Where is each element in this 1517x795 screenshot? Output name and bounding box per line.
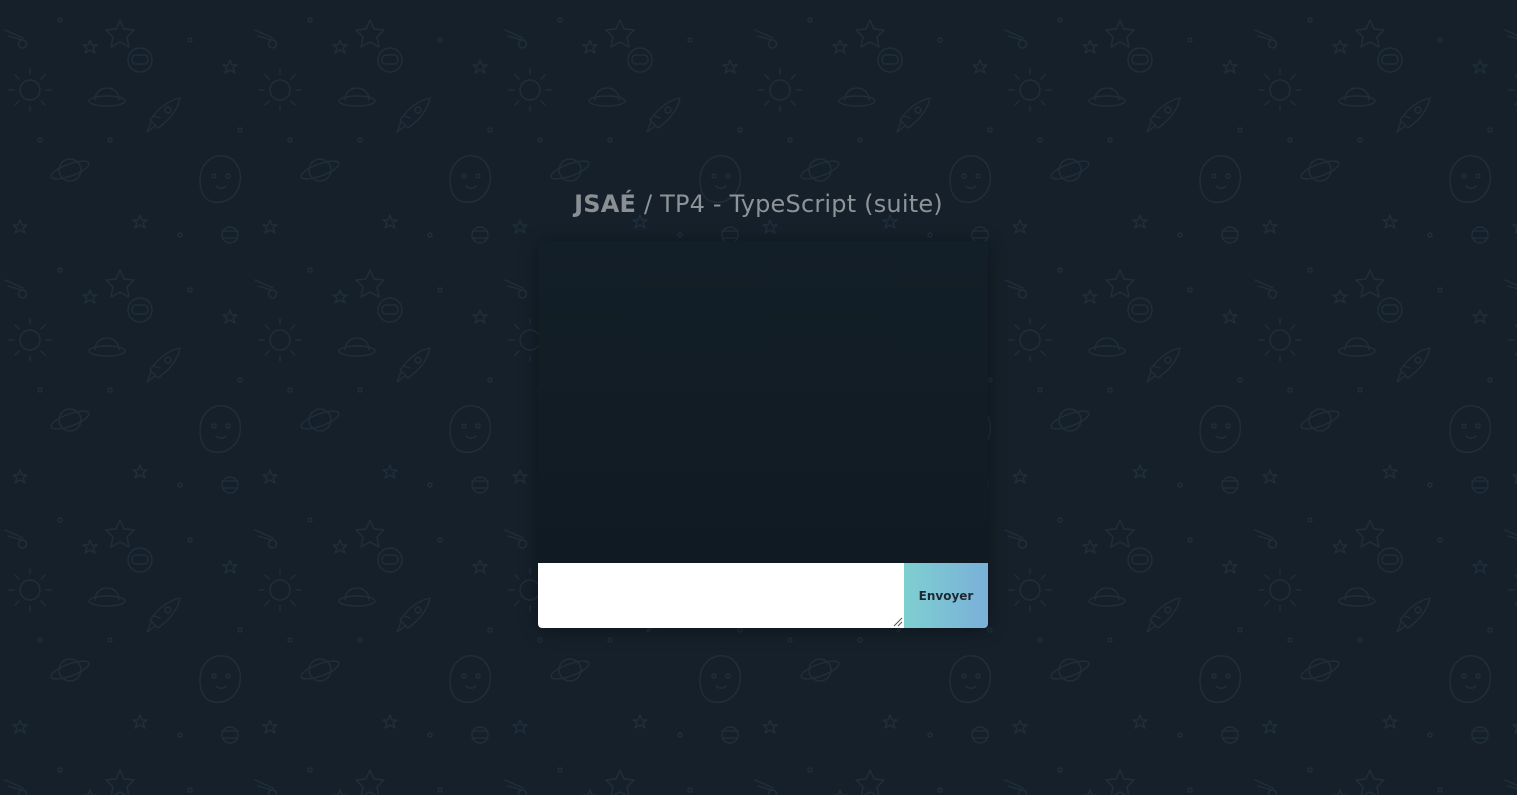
title-separator: / [636, 190, 661, 218]
message-input[interactable] [538, 563, 904, 628]
send-button[interactable]: Envoyer [904, 563, 988, 628]
page-title: JSAÉ / TP4 - TypeScript (suite) [0, 190, 1517, 218]
page-subtitle: TP4 - TypeScript (suite) [660, 190, 943, 218]
message-list[interactable] [538, 241, 988, 563]
chat-window: Envoyer [538, 241, 988, 628]
message-composer: Envoyer [538, 563, 988, 628]
brand-name: JSAÉ [574, 190, 637, 218]
